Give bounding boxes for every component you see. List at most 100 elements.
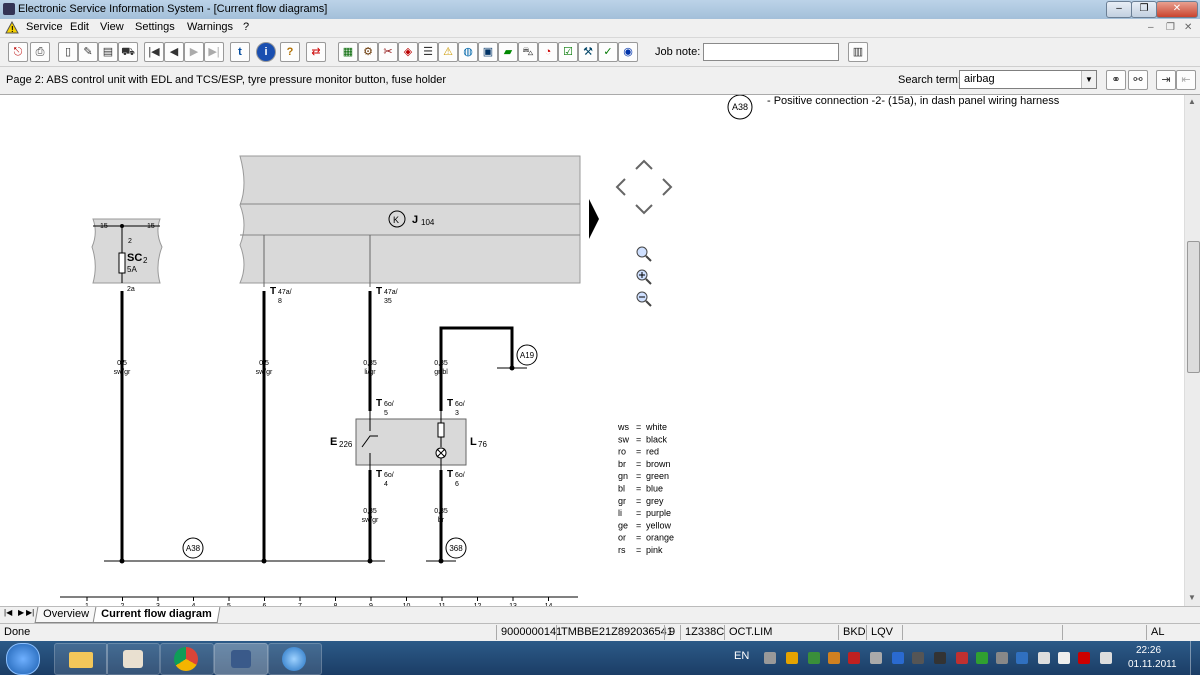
wrench-icon[interactable]: ⚒ — [578, 42, 598, 62]
engine-icon[interactable]: ⚙ — [358, 42, 378, 62]
tray-icon[interactable] — [996, 652, 1008, 664]
tray-icon[interactable] — [808, 652, 820, 664]
tray-icon[interactable] — [870, 652, 882, 664]
last-page-button[interactable]: ▶| — [204, 42, 224, 62]
gauge-icon[interactable]: ◔ — [538, 42, 558, 62]
menu-view[interactable]: View — [100, 21, 124, 33]
binoculars-next-icon[interactable]: ⚯ — [1128, 70, 1148, 90]
next-page-button[interactable]: ▶ — [184, 42, 204, 62]
globe-icon[interactable]: ◍ — [458, 42, 478, 62]
chevron-down-icon[interactable]: ▼ — [1081, 71, 1096, 88]
search-select[interactable]: airbag ▼ — [959, 70, 1097, 89]
tray-icon[interactable] — [1016, 652, 1028, 664]
tray-icon[interactable] — [828, 652, 840, 664]
clock-date[interactable]: 01.11.2011 — [1128, 659, 1177, 670]
scroll-left-icon[interactable] — [615, 178, 626, 196]
clipboard-icon[interactable]: ▤ — [98, 42, 118, 62]
sphere-icon[interactable]: ◉ — [618, 42, 638, 62]
minimize-button[interactable]: – — [1106, 1, 1132, 18]
zoom-out-icon[interactable] — [636, 291, 652, 307]
tab-last-icon[interactable]: ▶| — [26, 608, 34, 617]
close-button[interactable]: ✕ — [1156, 1, 1198, 18]
tray-icon[interactable] — [764, 652, 776, 664]
jump-forward-icon[interactable]: ⇥ — [1156, 70, 1176, 90]
menu-help[interactable]: ? — [243, 21, 249, 33]
chrome-taskbar-icon[interactable] — [160, 643, 214, 675]
previous-page-button[interactable]: ◀ — [164, 42, 184, 62]
flow-diagram: A38 - Positive connection -2- (15a), in … — [0, 95, 1184, 606]
car-icon[interactable]: ⛟ — [118, 42, 138, 62]
scroll-up-arrow-icon[interactable]: ▲ — [1188, 97, 1196, 106]
note-icon[interactable]: ✓ — [598, 42, 618, 62]
explorer-taskbar-icon[interactable] — [54, 643, 108, 675]
tray-icon[interactable] — [934, 652, 946, 664]
switch-button[interactable]: ⇄ — [306, 42, 326, 62]
tab-overview[interactable]: Overview — [34, 607, 98, 623]
tab-next-icon[interactable]: ▶ — [18, 608, 24, 617]
clock-time[interactable]: 22:26 — [1136, 645, 1161, 656]
legend-color-name: purple — [646, 508, 671, 518]
volume-tray-icon[interactable] — [1078, 652, 1090, 664]
binoculars-icon[interactable]: ⚭ — [1106, 70, 1126, 90]
tray-icon[interactable] — [956, 652, 968, 664]
legend-code: gn — [618, 471, 628, 481]
network-tray-icon[interactable] — [1058, 652, 1070, 664]
menu-service[interactable]: Service — [26, 21, 63, 33]
globe-taskbar-icon[interactable] — [268, 643, 322, 675]
maximize-button[interactable]: ❐ — [1131, 1, 1157, 18]
battery-icon[interactable]: ▰ — [498, 42, 518, 62]
status-field — [902, 625, 1062, 640]
menu-warnings[interactable]: Warnings — [187, 21, 233, 33]
inner-close-button[interactable]: ✕ — [1184, 22, 1192, 33]
alert-icon[interactable]: ⚠ — [438, 42, 458, 62]
printer-icon[interactable]: ⎙ — [30, 42, 50, 62]
media-player-taskbar-icon[interactable] — [106, 643, 160, 675]
exit-icon[interactable]: ⎋ — [8, 42, 28, 62]
scroll-up-icon[interactable] — [635, 159, 653, 170]
calculator-icon[interactable]: ▦ — [338, 42, 358, 62]
tab-current-flow-diagram[interactable]: Current flow diagram — [92, 607, 221, 623]
inner-restore-button[interactable]: ❐ — [1166, 22, 1175, 33]
tray-icon[interactable] — [786, 652, 798, 664]
vehicle-icon[interactable]: ⛍ — [518, 42, 538, 62]
menu-settings[interactable]: Settings — [135, 21, 175, 33]
continuation-arrow-icon[interactable] — [589, 199, 599, 239]
edit-icon[interactable]: ✎ — [78, 42, 98, 62]
tray-icon[interactable] — [976, 652, 988, 664]
language-indicator[interactable]: EN — [734, 650, 749, 662]
start-button[interactable] — [6, 643, 40, 675]
scrollbar-thumb[interactable] — [1187, 241, 1200, 373]
connector-pin: 6 — [455, 481, 459, 488]
list-icon[interactable]: ☰ — [418, 42, 438, 62]
document-icon[interactable]: ▯ — [58, 42, 78, 62]
first-page-button[interactable]: |◀ — [144, 42, 164, 62]
tray-icon[interactable] — [912, 652, 924, 664]
battery-tray-icon[interactable] — [1038, 652, 1050, 664]
info-button[interactable]: i — [256, 42, 276, 62]
job-note-input[interactable] — [703, 43, 839, 61]
inner-minimize-button[interactable]: – — [1148, 22, 1154, 33]
vertical-scrollbar[interactable]: ▲ ▼ — [1184, 95, 1200, 606]
menu-edit[interactable]: Edit — [70, 21, 89, 33]
zoom-in-icon[interactable] — [636, 269, 652, 285]
flag-tray-icon[interactable] — [1100, 652, 1112, 664]
tree-button[interactable]: t — [230, 42, 250, 62]
properties-icon[interactable]: ▥ — [848, 42, 868, 62]
esi-taskbar-icon[interactable] — [214, 643, 268, 675]
tray-icon[interactable] — [848, 652, 860, 664]
help-button[interactable]: ? — [280, 42, 300, 62]
zoom-fit-icon[interactable] — [636, 246, 652, 262]
tools-icon[interactable]: ✂ — [378, 42, 398, 62]
jump-back-icon[interactable]: ⇤ — [1176, 70, 1196, 90]
checklist-icon[interactable]: ☑ — [558, 42, 578, 62]
scroll-down-arrow-icon[interactable]: ▼ — [1188, 593, 1196, 602]
show-desktop-button[interactable] — [1190, 641, 1200, 675]
scroll-right-icon[interactable] — [662, 178, 673, 196]
connector-letter: T — [447, 398, 453, 409]
scroll-down-icon[interactable] — [635, 204, 653, 215]
save-icon[interactable]: ▣ — [478, 42, 498, 62]
legend-equals: = — [636, 422, 641, 432]
tab-first-icon[interactable]: |◀ — [4, 608, 12, 617]
tray-icon[interactable] — [892, 652, 904, 664]
book-icon[interactable]: ◈ — [398, 42, 418, 62]
